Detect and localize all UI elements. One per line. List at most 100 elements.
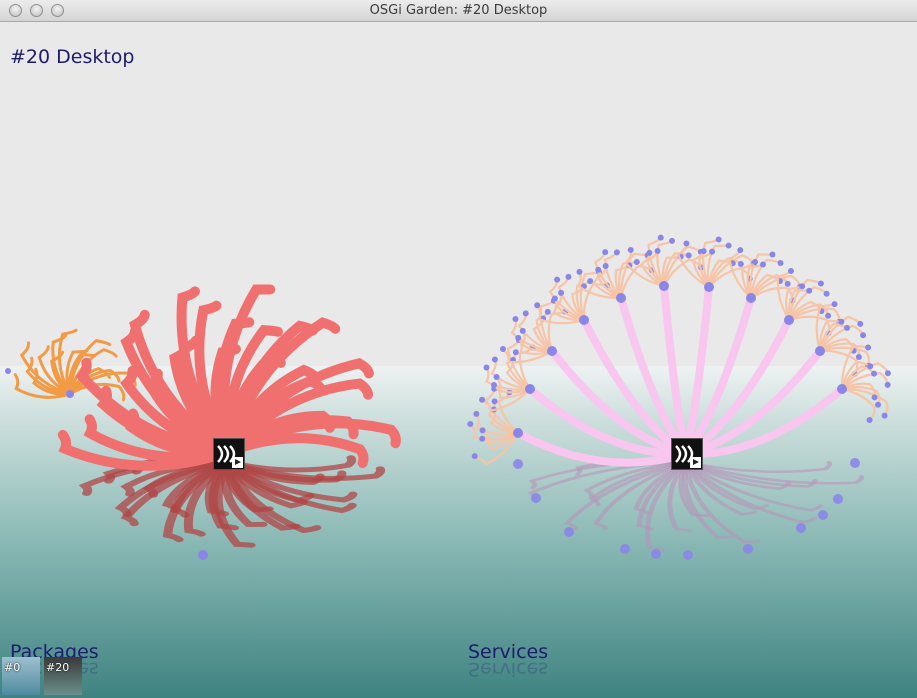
node-dot: [558, 289, 565, 296]
service-reflection-node: [531, 493, 541, 503]
service-hub-node: [513, 428, 523, 438]
node-dot: [866, 417, 873, 424]
node-dot: [473, 410, 480, 417]
node-dot: [654, 248, 661, 255]
node-dot: [669, 237, 676, 244]
node-dot: [825, 312, 832, 319]
service-reflection-node: [833, 494, 843, 504]
node-dot: [613, 249, 620, 256]
node-dot: [534, 302, 541, 309]
node-dot: [777, 259, 784, 266]
node-dot: [479, 435, 486, 442]
node-dot: [627, 246, 634, 253]
node-dot: [881, 412, 888, 419]
node-dot: [857, 320, 864, 327]
service-reflection-node: [818, 510, 828, 520]
service-hub-node: [579, 315, 589, 325]
node-dot: [483, 364, 490, 371]
node-dot: [471, 453, 478, 460]
node-dot: [602, 249, 609, 256]
small-anemone-tip-node: [5, 368, 11, 374]
node-dot: [838, 318, 845, 325]
desktop-title: #20 Desktop: [10, 46, 135, 68]
service-reflection-node: [683, 550, 693, 560]
services-hub-icon[interactable]: [671, 438, 703, 470]
node-dot: [554, 276, 561, 283]
play-icon: [232, 457, 243, 468]
garden-background: [0, 22, 917, 698]
node-dot: [595, 266, 602, 273]
node-dot: [737, 247, 744, 254]
service-hub-node: [837, 384, 847, 394]
node-dot: [685, 252, 692, 259]
node-dot: [784, 280, 791, 287]
node-dot: [544, 308, 551, 315]
app-window: OSGi Garden: #20 Desktop #20 Desktop Pac…: [0, 0, 917, 698]
node-dot: [867, 363, 874, 370]
node-dot: [884, 381, 891, 388]
node-dot: [499, 346, 506, 353]
packages-node: [198, 550, 208, 560]
service-reflection-node: [850, 458, 860, 468]
services-label-reflection: Services: [468, 658, 549, 680]
service-reflection-node: [513, 459, 523, 469]
node-dot: [871, 370, 878, 377]
title-bar[interactable]: OSGi Garden: #20 Desktop: [0, 0, 917, 22]
garden-scene: #20 Desktop Packages Packages Services S…: [0, 22, 917, 698]
service-hub-node: [746, 293, 756, 303]
node-dot: [769, 251, 776, 258]
node-dot: [646, 249, 653, 256]
desktop-thumb-20[interactable]: #20: [44, 657, 82, 695]
node-dot: [512, 349, 519, 356]
node-dot: [512, 316, 519, 323]
node-dot: [551, 295, 558, 302]
desktop-thumb-label: #20: [46, 661, 70, 674]
service-reflection-node: [743, 544, 753, 554]
node-dot: [823, 290, 830, 297]
node-dot: [700, 248, 707, 255]
node-dot: [519, 327, 526, 334]
desktop-thumb-0[interactable]: #0: [2, 657, 40, 695]
node-dot: [709, 248, 716, 255]
node-dot: [633, 258, 640, 265]
node-dot: [787, 267, 794, 274]
service-reflection-node: [564, 527, 574, 537]
service-hub-node: [659, 281, 669, 291]
node-dot: [715, 236, 722, 243]
service-reflection-node: [651, 549, 661, 559]
small-anemone-node: [66, 390, 74, 398]
service-hub-node: [784, 315, 794, 325]
play-icon: [690, 457, 701, 468]
service-hub-node: [704, 282, 714, 292]
node-dot: [491, 398, 498, 405]
node-dot: [576, 268, 583, 275]
node-dot: [831, 301, 838, 308]
node-dot: [737, 260, 744, 267]
service-hub-node: [547, 346, 557, 356]
node-dot: [657, 234, 664, 241]
node-dot: [493, 374, 500, 381]
node-dot: [565, 273, 572, 280]
node-dot: [725, 242, 732, 249]
node-dot: [751, 258, 758, 265]
node-dot: [759, 261, 766, 268]
node-dot: [479, 427, 486, 434]
node-dot: [799, 283, 806, 290]
service-hub-node: [525, 384, 535, 394]
node-dot: [515, 334, 522, 341]
node-dot: [817, 280, 824, 287]
node-dot: [587, 278, 594, 285]
node-dot: [479, 396, 486, 403]
node-dot: [871, 394, 878, 401]
service-hub-node: [616, 293, 626, 303]
node-dot: [491, 356, 498, 363]
node-dot: [865, 344, 872, 351]
node-dot: [467, 420, 474, 427]
service-reflection-node: [796, 523, 806, 533]
node-dot: [602, 262, 609, 269]
node-dot: [860, 332, 867, 339]
window-title: OSGi Garden: #20 Desktop: [369, 3, 548, 18]
packages-hub-icon[interactable]: [213, 438, 245, 470]
node-dot: [844, 324, 851, 331]
service-reflection-node: [620, 544, 630, 554]
